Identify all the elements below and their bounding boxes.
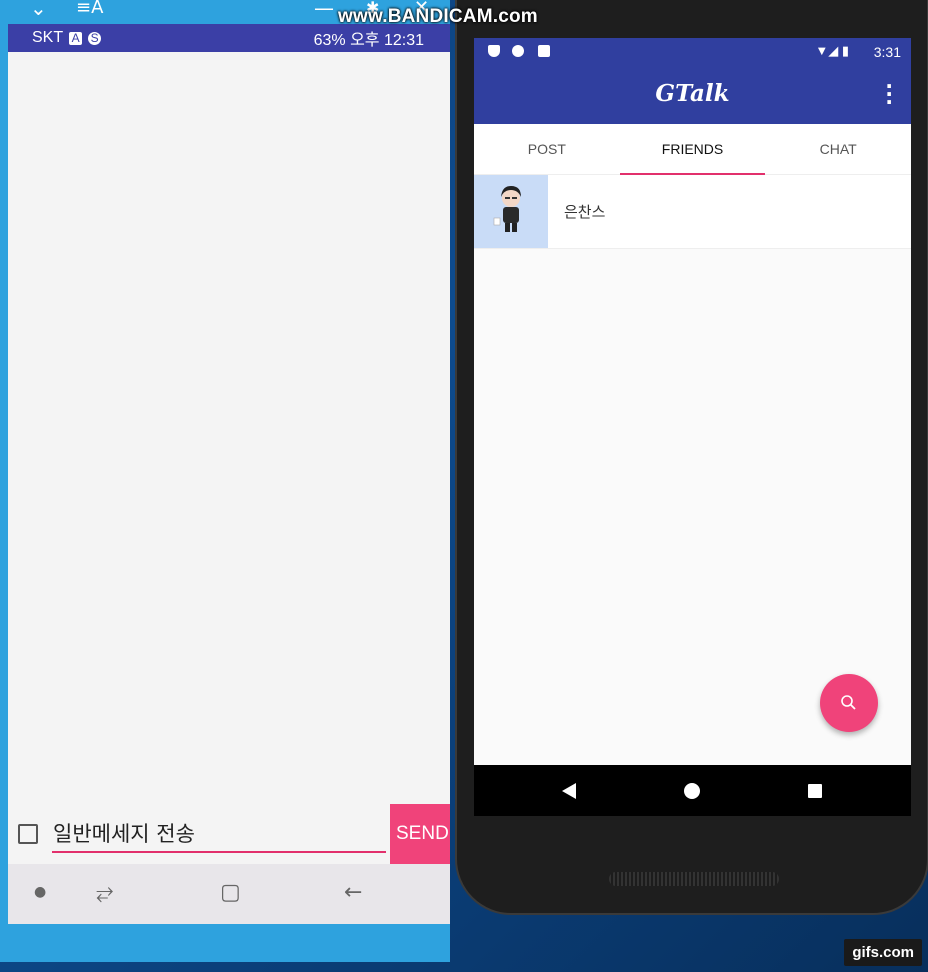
- status-app-icon: A: [69, 31, 83, 45]
- search-fab[interactable]: [820, 674, 878, 732]
- friend-name: 은찬스: [564, 203, 606, 221]
- chevron-down-icon[interactable]: ⌄: [30, 0, 47, 20]
- send-button[interactable]: SEND: [390, 804, 450, 864]
- mirror-window: ⌄ ≡A — ✱ ✕ SKT A S 63% 오후 12:31 일반메세지 전송…: [0, 0, 450, 962]
- speaker-grille: [609, 872, 779, 886]
- left-nav-bar: ● ⥂ ▢ ←: [8, 864, 450, 924]
- bandicam-watermark: www.BANDICAM.com: [338, 6, 538, 27]
- app-title: GTalk: [655, 80, 730, 107]
- left-status-bar: SKT A S 63% 오후 12:31: [8, 24, 450, 52]
- tab-friends[interactable]: FRIENDS: [619, 124, 766, 175]
- home-icon[interactable]: ▢: [220, 880, 241, 905]
- overflow-menu-icon[interactable]: · · ·: [885, 76, 893, 112]
- wifi-signal-icon: ▼◢ ▮: [815, 43, 849, 58]
- circle-icon: [512, 45, 524, 57]
- recents-square-icon[interactable]: [808, 784, 822, 798]
- tab-chat[interactable]: CHAT: [765, 124, 911, 174]
- carrier-label: SKT: [32, 29, 64, 46]
- battery-time-label: 63% 오후 12:31: [313, 32, 424, 49]
- avatar: [474, 175, 548, 248]
- message-type-checkbox[interactable]: [18, 824, 38, 844]
- shield-icon: [488, 45, 500, 57]
- tab-bar: POST FRIENDS CHAT: [474, 124, 911, 175]
- friend-list-item[interactable]: 은찬스: [474, 175, 911, 249]
- tab-post[interactable]: POST: [474, 124, 620, 174]
- search-icon: [841, 695, 856, 710]
- back-triangle-icon[interactable]: [562, 783, 576, 799]
- nav-buttons: [562, 783, 822, 799]
- avatar-figure-icon: [493, 186, 521, 232]
- text-size-icon[interactable]: ≡A: [76, 0, 103, 20]
- gifs-badge: gifs.com: [844, 939, 922, 966]
- app-bar: GTalk · · ·: [474, 66, 911, 124]
- emulator-status-bar: ▼◢ ▮ 3:31: [474, 38, 911, 66]
- status-sync-icon: S: [88, 31, 102, 45]
- status-time: 3:31: [873, 44, 901, 60]
- sd-card-icon: [538, 45, 550, 57]
- dot-icon[interactable]: ●: [34, 884, 46, 900]
- home-circle-icon[interactable]: [684, 783, 700, 799]
- recents-icon[interactable]: ⥂: [96, 880, 114, 905]
- back-arrow-icon[interactable]: ←: [344, 880, 362, 905]
- emulator-nav-bar: [474, 765, 911, 816]
- minimize-icon[interactable]: —: [314, 0, 334, 20]
- emulator-screen: ▼◢ ▮ 3:31 GTalk · · · POST FRIENDS CHAT 은찬…: [474, 38, 911, 816]
- chat-content-area: 일반메세지 전송 SEND: [8, 52, 450, 864]
- message-input[interactable]: 일반메세지 전송: [52, 817, 386, 853]
